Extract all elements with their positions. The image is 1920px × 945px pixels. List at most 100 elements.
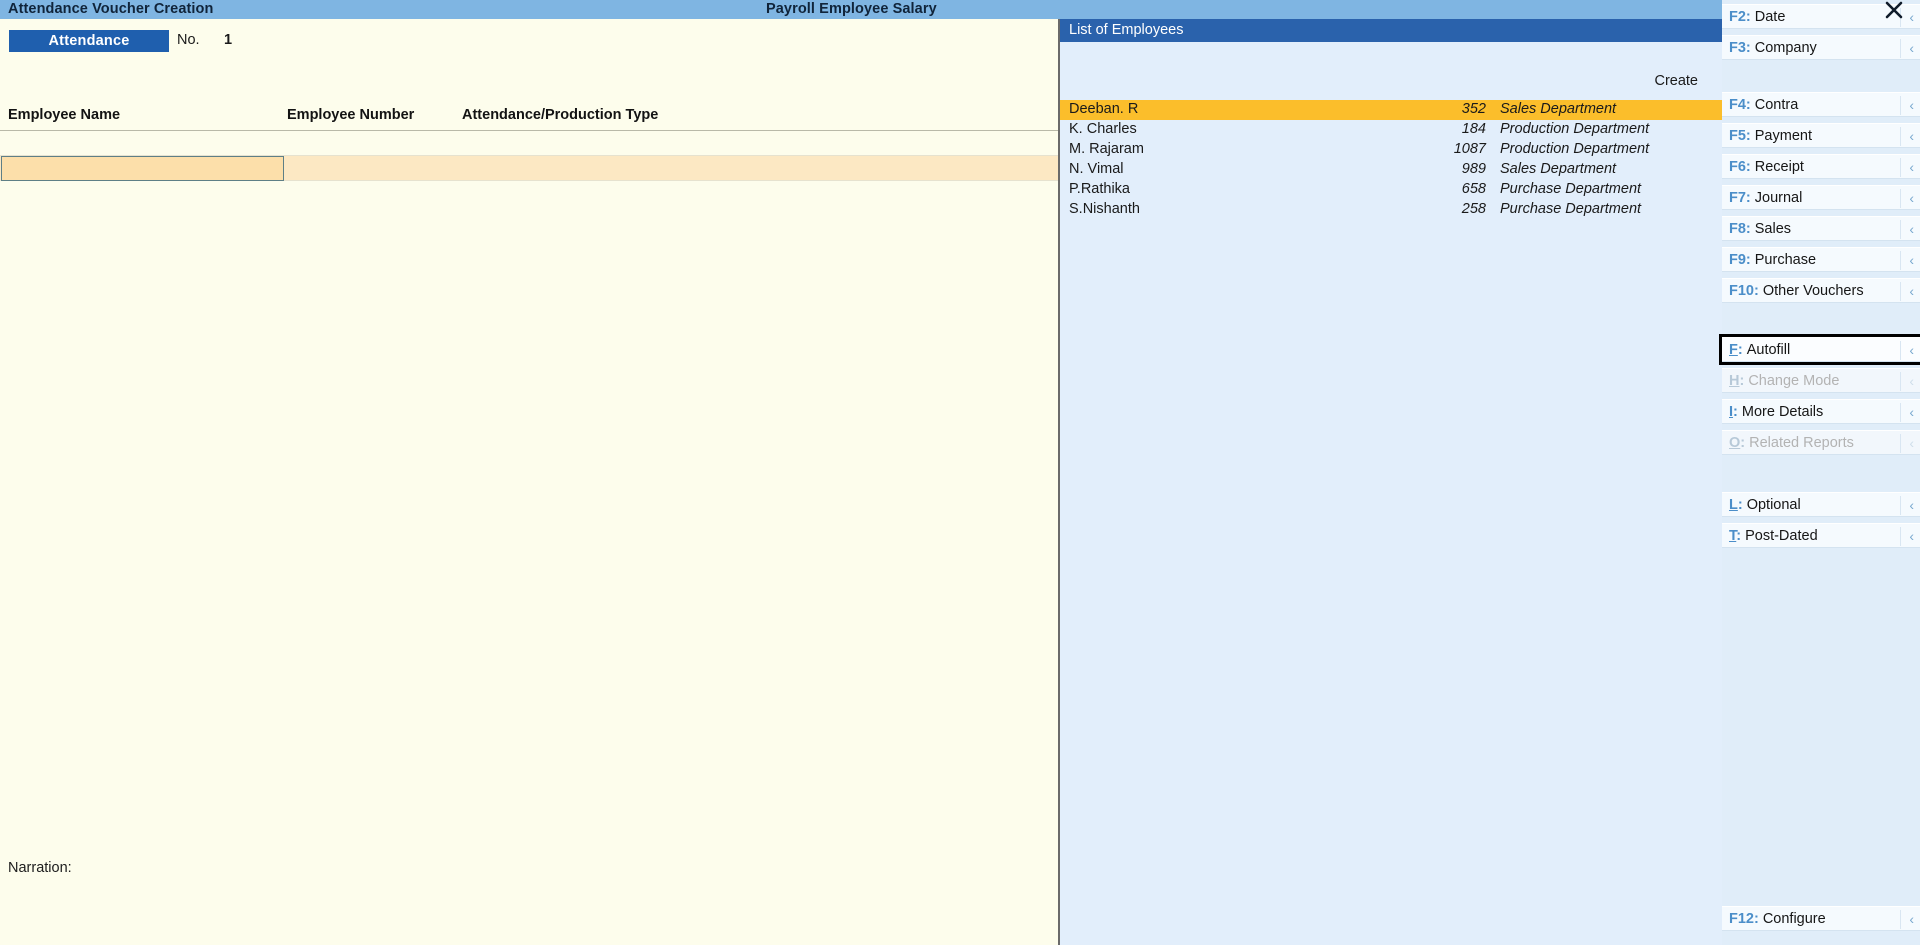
sidebar-button-label: Contra xyxy=(1754,96,1799,113)
sidebar-button-configure[interactable]: F12: Configure ‹ xyxy=(1722,906,1920,931)
chevron-left-icon: ‹ xyxy=(1900,496,1914,515)
create-employee-link[interactable]: Create xyxy=(1654,73,1698,89)
sidebar-button-label: Journal xyxy=(1754,189,1803,206)
company-title: Payroll Employee Salary xyxy=(766,1,937,17)
employee-number: 258 xyxy=(1461,201,1486,217)
chevron-left-icon: ‹ xyxy=(1900,189,1914,208)
sidebar-button-key: L: xyxy=(1729,496,1743,513)
employee-number: 1087 xyxy=(1453,141,1486,157)
employee-name: S.Nishanth xyxy=(1069,201,1140,217)
sidebar-button-key: F10: xyxy=(1729,282,1759,299)
chevron-left-icon: ‹ xyxy=(1900,372,1914,391)
sidebar-button-payment[interactable]: F5: Payment ‹ xyxy=(1722,123,1920,148)
sidebar-button-contra[interactable]: F4: Contra ‹ xyxy=(1722,92,1920,117)
sidebar-button-label: Change Mode xyxy=(1748,372,1840,389)
employee-panel-title: List of Employees xyxy=(1060,19,1722,42)
employee-list-item[interactable]: M. Rajaram 1087 Production Department xyxy=(1060,140,1722,160)
employee-number: 658 xyxy=(1461,181,1486,197)
button-bar-sidebar: F2: Date ‹ F3: Company ‹ F4: Contra ‹ F5: Payment… xyxy=(1719,0,1920,945)
chevron-left-icon: ‹ xyxy=(1900,96,1914,115)
employee-list-item[interactable]: Deeban. R 352 Sales Department xyxy=(1060,100,1722,120)
sidebar-button-label: More Details xyxy=(1741,403,1824,420)
employee-department: Sales Department xyxy=(1500,161,1617,177)
list-of-employees-panel: List of Employees Create Deeban. R 352 Sal… xyxy=(1060,19,1722,945)
employee-department: Production Department xyxy=(1500,141,1650,157)
employee-list-item[interactable]: S.Nishanth 258 Purchase Department xyxy=(1060,200,1722,220)
sidebar-button-key: O: xyxy=(1729,434,1746,451)
employee-department: Sales Department xyxy=(1500,101,1617,117)
sidebar-button-post-dated[interactable]: T: Post-Dated ‹ xyxy=(1722,523,1920,548)
sidebar-button-label: Date xyxy=(1754,8,1786,25)
button-group-voucher-options: L: Optional ‹ T: Post-Dated ‹ xyxy=(1722,492,1920,554)
sidebar-button-label: Purchase xyxy=(1754,251,1817,268)
sidebar-button-key: F6: xyxy=(1729,158,1751,175)
sidebar-button-key: F3: xyxy=(1729,39,1751,56)
close-icon[interactable] xyxy=(1882,0,1906,22)
voucher-entry-row xyxy=(0,155,1058,181)
sidebar-button-related-reports: O: Related Reports ‹ xyxy=(1722,430,1920,455)
voucher-no-value[interactable]: 1 xyxy=(224,32,232,48)
sidebar-button-journal[interactable]: F7: Journal ‹ xyxy=(1722,185,1920,210)
sidebar-button-label: Optional xyxy=(1746,496,1801,513)
sidebar-button-more-details[interactable]: I: More Details ‹ xyxy=(1722,399,1920,424)
sidebar-button-key: F5: xyxy=(1729,127,1751,144)
employee-name-input[interactable] xyxy=(1,156,284,181)
employee-name: N. Vimal xyxy=(1069,161,1124,177)
sidebar-button-key: H: xyxy=(1729,372,1745,389)
voucher-header-row: Attendance No. 1 xyxy=(0,30,1058,52)
sidebar-button-label: Post-Dated xyxy=(1745,527,1818,544)
sidebar-button-autofill[interactable]: F: Autofill ‹ xyxy=(1719,334,1920,365)
sidebar-button-receipt[interactable]: F6: Receipt ‹ xyxy=(1722,154,1920,179)
tally-application-window: Attendance Voucher Creation Payroll Empl… xyxy=(0,0,1920,945)
chevron-left-icon: ‹ xyxy=(1900,127,1914,146)
sidebar-button-key: F8: xyxy=(1729,220,1751,237)
chevron-left-icon: ‹ xyxy=(1900,434,1914,453)
employee-department: Purchase Department xyxy=(1500,201,1642,217)
sidebar-button-key: T: xyxy=(1729,527,1742,544)
employee-name: M. Rajaram xyxy=(1069,141,1144,157)
sidebar-button-label: Sales xyxy=(1754,220,1792,237)
sidebar-button-sales[interactable]: F8: Sales ‹ xyxy=(1722,216,1920,241)
sidebar-button-label: Other Vouchers xyxy=(1762,282,1864,299)
narration-label: Narration: xyxy=(8,860,72,876)
sidebar-button-key: F12: xyxy=(1729,910,1759,927)
chevron-left-icon: ‹ xyxy=(1900,910,1914,929)
sidebar-button-other-vouchers[interactable]: F10: Other Vouchers ‹ xyxy=(1722,278,1920,303)
voucher-no-label: No. xyxy=(177,32,200,48)
sidebar-button-label: Payment xyxy=(1754,127,1812,144)
voucher-column-headers: Employee Name Employee Number Attendance… xyxy=(0,103,1058,131)
sidebar-button-key: F: xyxy=(1729,341,1743,358)
sidebar-button-key: I: xyxy=(1729,403,1738,420)
attendance-voucher-form: Attendance No. 1 Employee Name Employee … xyxy=(0,19,1060,945)
chevron-left-icon: ‹ xyxy=(1900,251,1914,270)
employee-list-item[interactable]: P.Rathika 658 Purchase Department xyxy=(1060,180,1722,200)
sidebar-button-optional[interactable]: L: Optional ‹ xyxy=(1722,492,1920,517)
employee-list-item[interactable]: N. Vimal 989 Sales Department xyxy=(1060,160,1722,180)
button-group-configure: F12: Configure ‹ xyxy=(1722,906,1920,937)
sidebar-button-key: F4: xyxy=(1729,96,1751,113)
sidebar-button-label: Receipt xyxy=(1754,158,1804,175)
sidebar-button-change-mode: H: Change Mode ‹ xyxy=(1722,368,1920,393)
employee-department: Production Department xyxy=(1500,121,1650,137)
sidebar-button-key: F7: xyxy=(1729,189,1751,206)
chevron-left-icon: ‹ xyxy=(1900,527,1914,546)
button-group-tools: F: Autofill ‹ H: Change Mode ‹ I: More Details ‹… xyxy=(1719,334,1920,461)
employee-list: Deeban. R 352 Sales Department K. Charles 18… xyxy=(1060,100,1722,220)
voucher-type-tag[interactable]: Attendance xyxy=(9,30,169,52)
page-title: Attendance Voucher Creation xyxy=(8,1,214,17)
employee-number: 184 xyxy=(1461,121,1486,137)
sidebar-button-key: F2: xyxy=(1729,8,1751,25)
sidebar-button-label: Configure xyxy=(1762,910,1826,927)
window-title-bar: Attendance Voucher Creation Payroll Empl… xyxy=(0,0,1722,19)
employee-list-item[interactable]: K. Charles 184 Production Department xyxy=(1060,120,1722,140)
button-group-vouchers: F4: Contra ‹ F5: Payment ‹ F6: Receipt ‹ F7: Journ… xyxy=(1722,92,1920,309)
sidebar-button-purchase[interactable]: F9: Purchase ‹ xyxy=(1722,247,1920,272)
sidebar-button-label: Autofill xyxy=(1746,341,1791,358)
column-header-employee-name: Employee Name xyxy=(8,107,121,123)
employee-name: K. Charles xyxy=(1069,121,1137,137)
sidebar-button-company[interactable]: F3: Company ‹ xyxy=(1722,35,1920,60)
column-header-employee-number: Employee Number xyxy=(287,107,415,123)
chevron-left-icon: ‹ xyxy=(1900,282,1914,301)
sidebar-button-label: Related Reports xyxy=(1749,434,1854,451)
sidebar-button-key: F9: xyxy=(1729,251,1751,268)
